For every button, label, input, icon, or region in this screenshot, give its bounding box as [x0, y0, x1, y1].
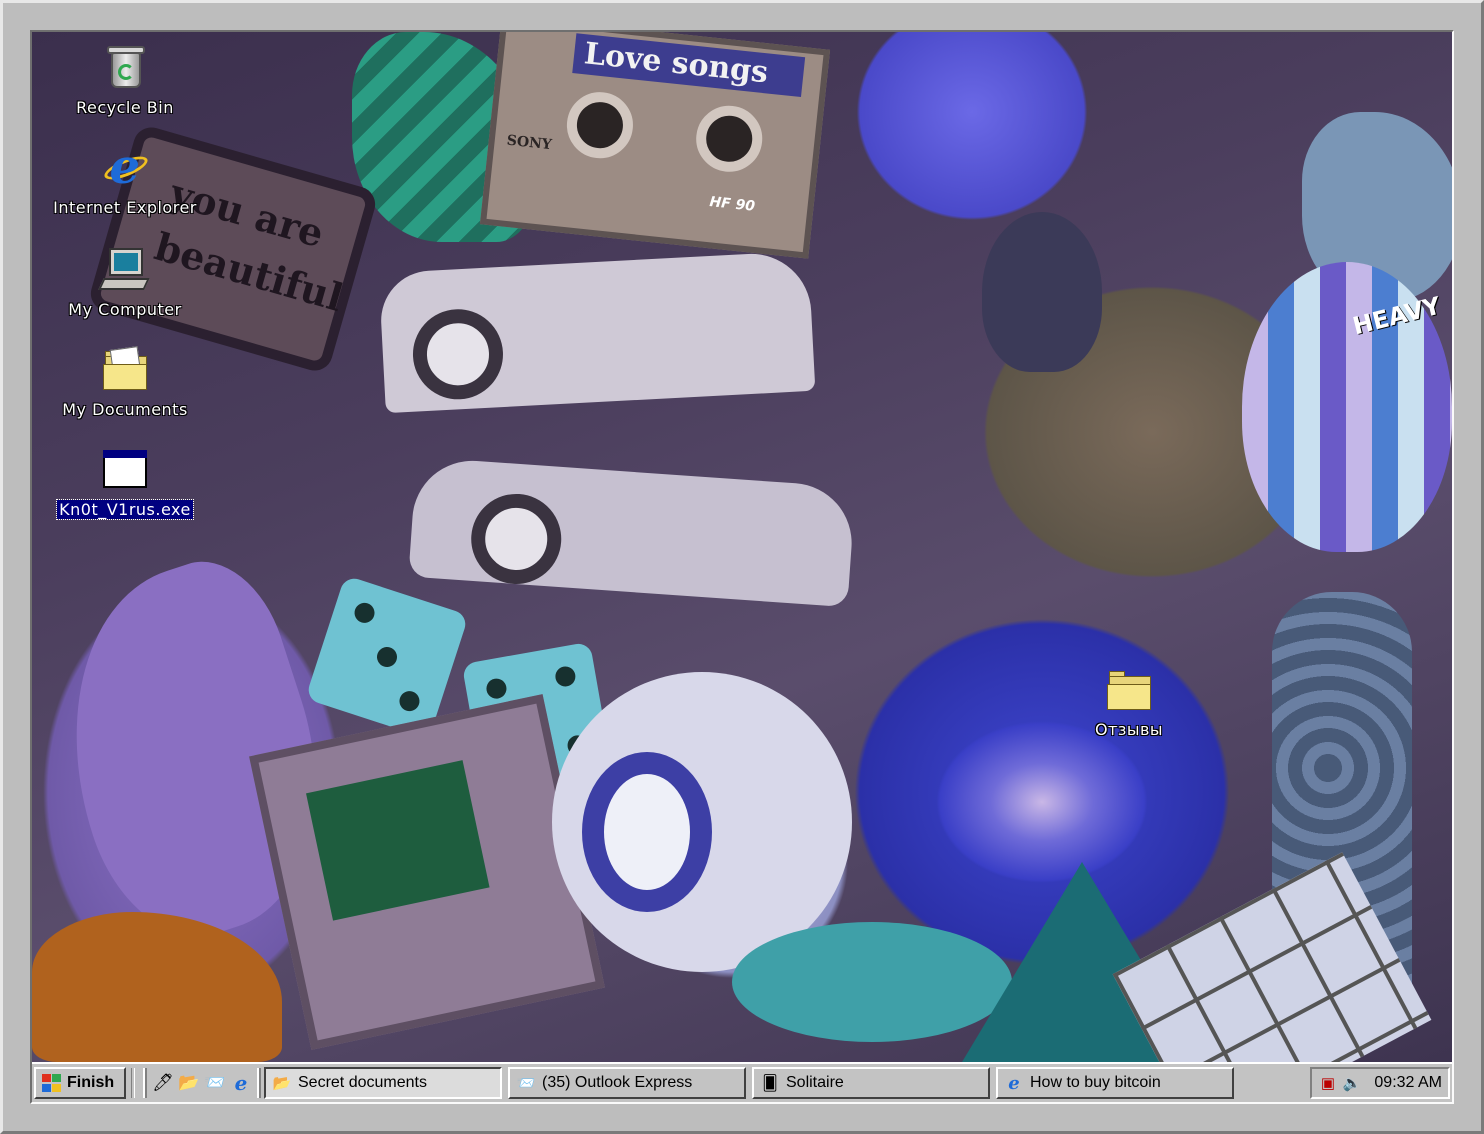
task-label: Secret documents — [298, 1074, 427, 1091]
clock[interactable]: 09:32 AM — [1374, 1074, 1442, 1092]
desktop-screen: you are beautiful Love songs SONY HF 90 … — [30, 30, 1454, 1104]
wallpaper-orange-shape — [32, 912, 282, 1062]
wallpaper-old-computer — [249, 694, 605, 1050]
desktop-icon-label: Kn0t_V1rus.exe — [56, 499, 194, 520]
internet-explorer-icon[interactable]: e — [228, 1070, 254, 1096]
folder-open-icon: 📂 — [272, 1075, 292, 1092]
executable-window-icon — [101, 446, 149, 494]
cassette-type: HF 90 — [708, 194, 756, 215]
windows-flag-icon — [40, 1073, 62, 1093]
solitaire-card-icon: 🂠 — [762, 1075, 778, 1092]
cassette-reel-right — [692, 102, 766, 176]
desktop-icon-internet-explorer[interactable]: e Internet Explorer — [50, 143, 200, 217]
desktop-icon-label: Отзывы — [1094, 720, 1164, 739]
internet-explorer-icon: e — [101, 143, 151, 192]
folder-open-icon[interactable]: 📂 — [176, 1070, 202, 1096]
task-button-solitaire[interactable]: 🂠 Solitaire — [752, 1067, 990, 1099]
wallpaper-cherub — [982, 212, 1102, 372]
recycle-bin-icon — [101, 44, 149, 92]
desktop-icon-label: Recycle Bin — [76, 98, 174, 117]
desktop-icon-my-documents[interactable]: My Documents — [50, 346, 200, 419]
tasks-grip[interactable] — [257, 1068, 261, 1098]
desktop-icon-my-computer[interactable]: My Computer — [50, 246, 200, 319]
wallpaper-cassette: Love songs SONY HF 90 — [479, 32, 831, 259]
start-button-label: Finish — [67, 1074, 115, 1091]
system-tray: ▣ 🔈 09:32 AM — [1310, 1067, 1450, 1099]
task-button-how-to-buy-bitcoin[interactable]: e How to buy bitcoin — [996, 1067, 1234, 1099]
show-desktop-icon[interactable]: 🖊 — [150, 1070, 176, 1096]
task-button-outlook-express[interactable]: 📨 (35) Outlook Express — [508, 1067, 746, 1099]
my-computer-icon — [98, 246, 150, 294]
balloon-text: HEAVY — [1349, 291, 1444, 341]
volume-icon[interactable]: 🔈 — [1342, 1073, 1362, 1093]
desktop-icon-otzyvy-folder[interactable]: Отзывы — [1054, 666, 1204, 739]
taskbar-separator — [131, 1068, 135, 1098]
desktop-icon-recycle-bin[interactable]: Recycle Bin — [50, 44, 200, 117]
start-button[interactable]: Finish — [34, 1067, 126, 1099]
car-wheel — [468, 490, 565, 587]
car-wheel — [410, 307, 506, 402]
cassette-reel-left — [563, 88, 637, 162]
cassette-brand: SONY — [505, 132, 553, 154]
folder-icon — [1105, 666, 1153, 714]
network-icon[interactable]: ▣ — [1318, 1073, 1338, 1093]
desktop-icon-virus-exe[interactable]: Kn0t_V1rus.exe — [50, 446, 200, 520]
wallpaper-hot-air-balloon: HEAVY — [1242, 262, 1452, 552]
wallpaper-collage: you are beautiful Love songs SONY HF 90 … — [32, 32, 1452, 1062]
wallpaper-car-top — [378, 250, 816, 414]
task-button-secret-documents[interactable]: 📂 Secret documents — [264, 1067, 502, 1099]
task-label: (35) Outlook Express — [542, 1074, 693, 1091]
desktop-icon-label: Internet Explorer — [53, 198, 197, 217]
internet-explorer-icon: e — [1008, 1072, 1020, 1094]
wallpaper-diving-helmet — [552, 672, 852, 972]
taskbar: Finish 🖊 📂 📨 e 📂 Secret documents 📨 (35)… — [32, 1062, 1452, 1102]
desktop-icon-label: My Computer — [68, 300, 182, 319]
task-label: Solitaire — [786, 1074, 844, 1091]
folder-documents-icon — [101, 346, 149, 394]
quick-launch-grip[interactable] — [143, 1068, 147, 1098]
wallpaper-car-bottom — [408, 456, 856, 608]
outlook-icon[interactable]: 📨 — [202, 1070, 228, 1096]
cassette-label: Love songs — [572, 33, 806, 98]
outlook-icon: 📨 — [516, 1075, 536, 1092]
desktop-icon-label: My Documents — [62, 400, 188, 419]
task-label: How to buy bitcoin — [1030, 1074, 1161, 1091]
